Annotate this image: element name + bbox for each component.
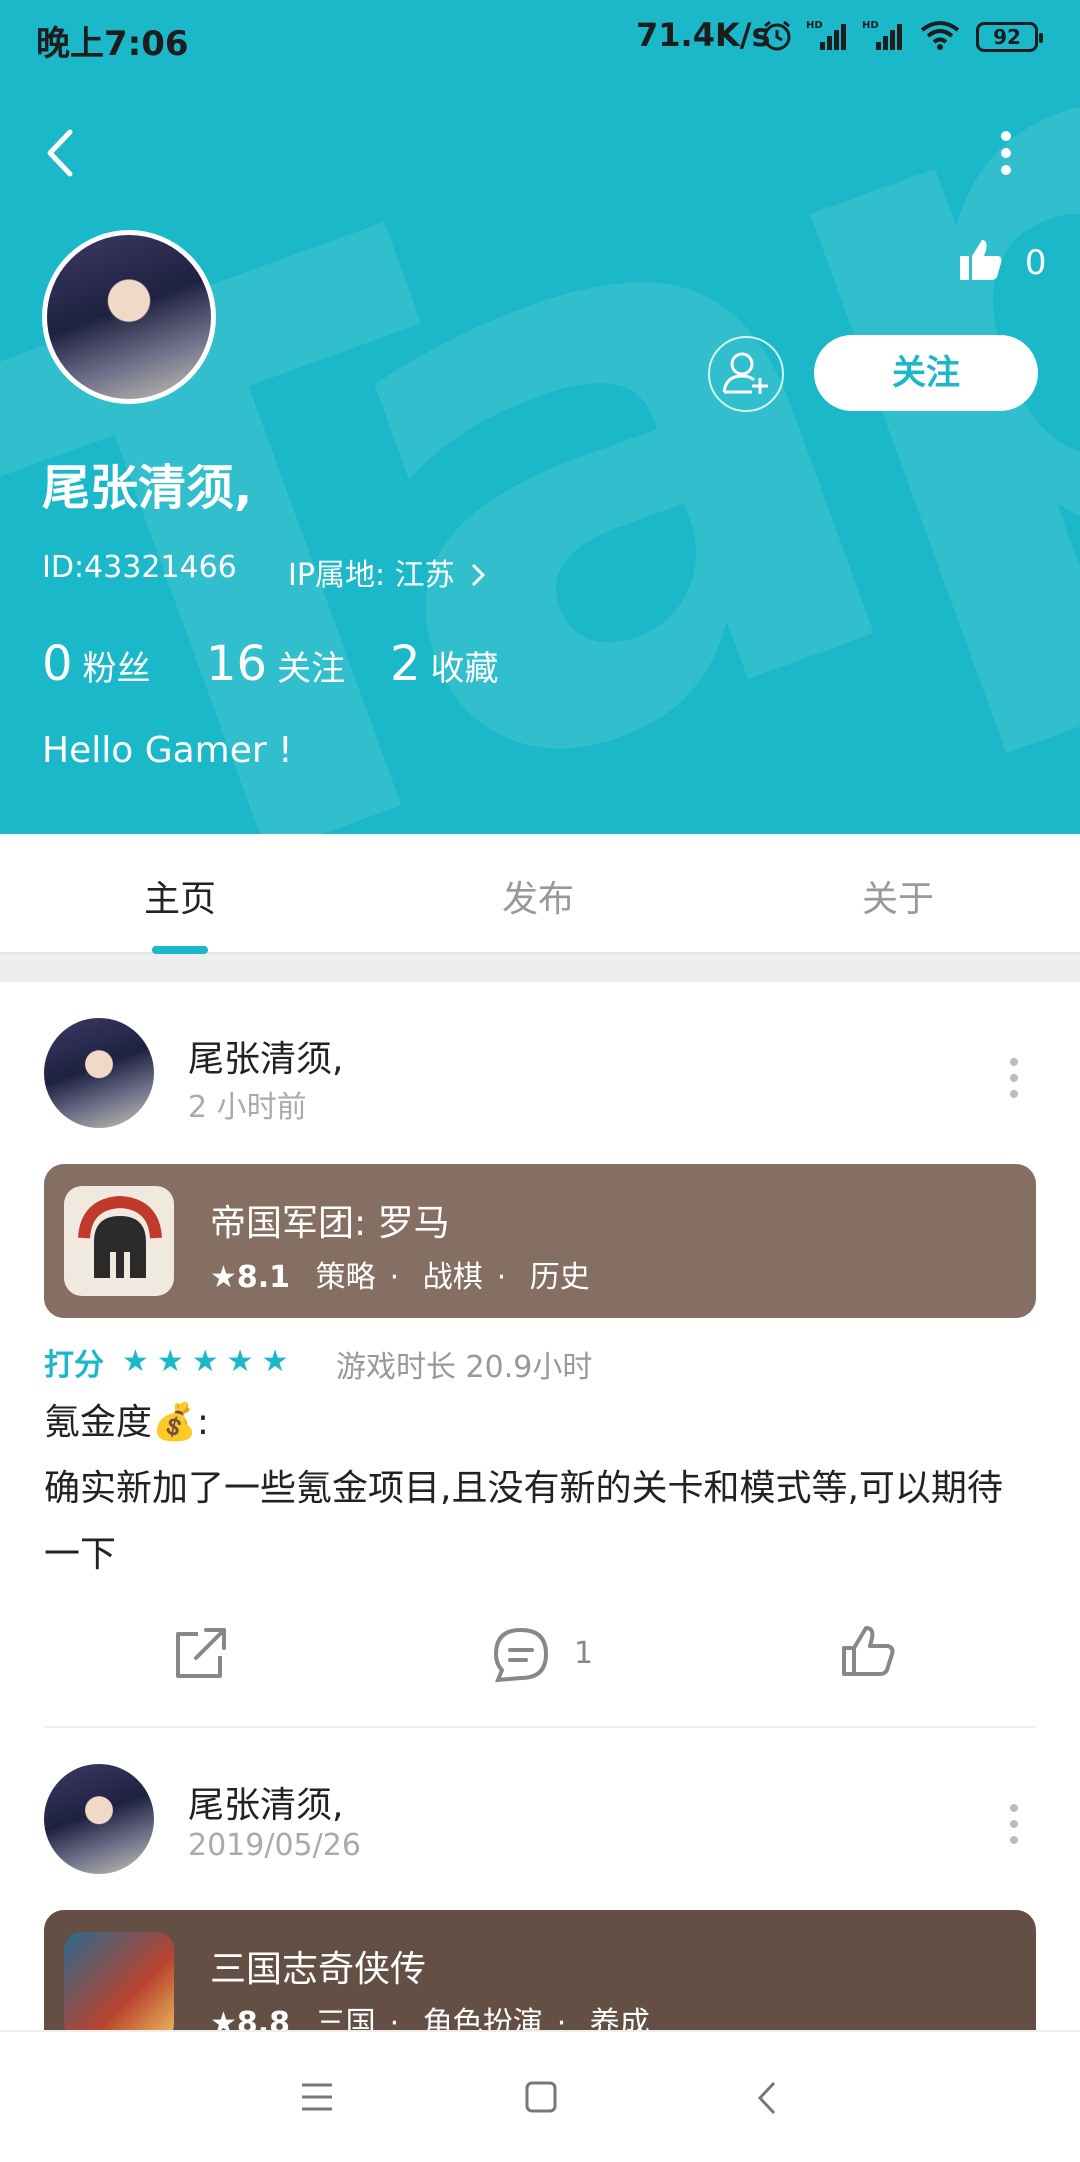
signal-icon: HD: [862, 20, 902, 50]
spartan-helmet-icon: [78, 1195, 162, 1278]
profile-bio: Hello Gamer !: [42, 730, 293, 771]
game-card[interactable]: 帝国军团: 罗马 ★8.1 策略 · 战棋 · 历史: [44, 1164, 1036, 1318]
tab-about[interactable]: 关于: [862, 870, 934, 922]
profile-avatar[interactable]: [42, 230, 216, 404]
ip-location-link[interactable]: IP属地: 江苏: [288, 550, 486, 594]
post-time: 2 小时前: [188, 1090, 307, 1125]
share-icon[interactable]: [172, 1626, 230, 1682]
game-tag: 战棋: [422, 1260, 483, 1295]
comment-icon[interactable]: [492, 1626, 550, 1684]
post-more-icon[interactable]: [1010, 1058, 1018, 1106]
battery-icon: 92: [976, 22, 1043, 52]
stat-label: 粉丝: [82, 649, 151, 689]
post-author-name[interactable]: 尾张清须,: [188, 1776, 343, 1828]
svg-text:HD: HD: [806, 20, 823, 31]
post-author-avatar[interactable]: [44, 1764, 154, 1874]
add-user-icon: [722, 352, 768, 394]
more-options-icon[interactable]: [996, 130, 1016, 176]
taptap-watermark: Tap: [0, 0, 1080, 834]
likes-count: 0: [1024, 243, 1047, 283]
game-title: 三国志奇侠传: [210, 1949, 427, 1990]
post-more-icon[interactable]: [1010, 1804, 1018, 1852]
active-tab-indicator: [152, 946, 208, 954]
post-author-name[interactable]: 尾张清须,: [188, 1030, 343, 1082]
follow-button[interactable]: 关注: [814, 335, 1038, 411]
signal-icon: HD: [806, 20, 846, 50]
tab-home[interactable]: 主页: [144, 870, 216, 922]
post-divider: [44, 1726, 1036, 1728]
status-time: 晚上7:06: [36, 24, 189, 64]
post-author-avatar[interactable]: [44, 1018, 154, 1128]
chevron-right-icon: [472, 563, 486, 587]
thumbs-up-icon: [960, 240, 1002, 280]
user-id: ID:43321466: [42, 550, 237, 585]
post-text-body: 确实新加了一些氪金项目,且没有新的关卡和模式等,可以期待一下: [44, 1468, 1003, 1575]
ip-location: IP属地: 江苏: [288, 558, 455, 593]
profile-tabs: 主页 发布 关于: [0, 834, 1080, 954]
wifi-icon: [920, 21, 960, 50]
rating-stars: ★★★★★: [122, 1344, 297, 1379]
stat-fans[interactable]: 0 粉丝: [42, 636, 151, 692]
stat-following[interactable]: 16 关注: [206, 636, 345, 692]
add-friend-button[interactable]: [708, 336, 784, 412]
game-score: 8.1: [236, 1260, 291, 1295]
post-text-line: 氪金度💰:: [44, 1402, 209, 1443]
game-meta: ★8.1 策略 · 战棋 · 历史: [210, 1260, 590, 1295]
alarm-icon: [763, 20, 791, 51]
like-icon[interactable]: [840, 1622, 898, 1680]
home-icon[interactable]: [524, 2080, 558, 2114]
likes-counter[interactable]: 0: [958, 236, 1046, 283]
post-time: 2019/05/26: [188, 1828, 361, 1863]
profile-name: 尾张清须,: [42, 460, 253, 516]
game-tag: 历史: [529, 1260, 590, 1295]
stat-number: 2: [390, 636, 421, 692]
back-arrow-icon[interactable]: [44, 128, 76, 178]
game-title: 帝国军团: 罗马: [210, 1203, 450, 1244]
star-icon: ★: [210, 1260, 237, 1295]
game-icon: [64, 1932, 174, 2042]
stat-favorites[interactable]: 2 收藏: [390, 636, 499, 692]
stat-number: 0: [42, 636, 73, 692]
svg-text:HD: HD: [862, 20, 879, 31]
back-icon[interactable]: [756, 2080, 778, 2116]
rating-label: 打分: [44, 1348, 104, 1383]
stat-label: 收藏: [430, 649, 499, 689]
game-icon: [64, 1186, 174, 1296]
tab-posts[interactable]: 发布: [502, 870, 574, 922]
stat-number: 16: [206, 636, 268, 692]
status-bar: 晚上7:06 71.4K/s HD HD 92: [0, 0, 1080, 78]
menu-icon[interactable]: [300, 2082, 334, 2112]
network-speed: 71.4K/s: [636, 16, 771, 54]
system-nav-bar: [0, 2030, 1080, 2162]
game-tag: 策略: [315, 1260, 376, 1295]
profile-header: Tap 晚上7:06 71.4K/s HD HD 92 0 关注 尾张清须, I…: [0, 0, 1080, 834]
play-time: 游戏时长 20.9小时: [336, 1350, 593, 1385]
stat-label: 关注: [277, 649, 346, 689]
comment-count: 1: [574, 1636, 594, 1671]
section-divider: [0, 954, 1080, 982]
